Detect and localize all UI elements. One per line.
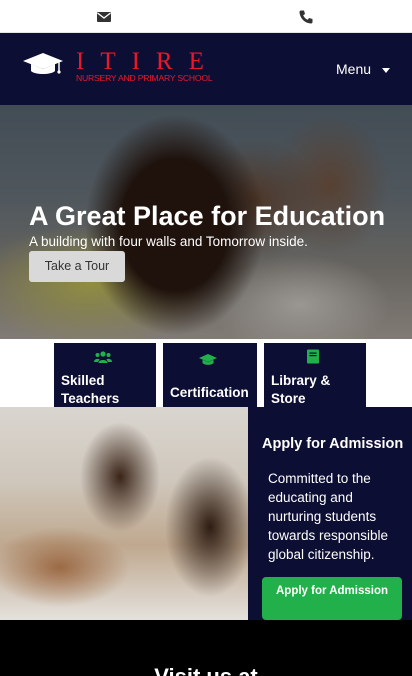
menu-button[interactable]: Menu [336,60,371,78]
logo-tagline: NURSERY AND PRIMARY SCHOOL [76,73,213,83]
graduation-cap-icon [199,354,217,365]
admission-title: Apply for Admission [262,436,404,452]
feature-skilled-teachers[interactable]: Skilled Teachers [54,343,156,407]
site-header: ITIRE NURSERY AND PRIMARY SCHOOL Menu [0,33,412,105]
page: ITIRE NURSERY AND PRIMARY SCHOOL Menu A … [0,0,412,676]
graduation-cap-logo-icon[interactable] [22,51,64,77]
phone-icon[interactable] [298,9,314,25]
feature-certification[interactable]: Certification [163,343,257,407]
admission-panel: Apply for Admission Committed to the edu… [248,407,412,620]
hero-subtitle: A building with four walls and Tomorrow … [29,234,308,249]
feature-label: Skilled Teachers [61,373,120,406]
book-icon [307,349,319,364]
hero-title: A Great Place for Education [29,201,386,231]
visit-title: Visit us at [0,664,412,676]
apply-for-admission-button[interactable]: Apply for Admission [262,577,402,620]
users-icon [94,351,112,363]
hero-banner: A Great Place for Education A building w… [0,105,412,339]
contact-bar [0,0,412,33]
envelope-icon[interactable] [96,9,112,25]
feature-label: Certification [170,385,249,400]
admission-text: Committed to the educating and nurturing… [268,471,389,562]
feature-library-store[interactable]: Library & Store [264,343,366,407]
logo-name[interactable]: ITIRE [76,49,220,75]
take-a-tour-button[interactable]: Take a Tour [29,251,125,282]
caret-down-icon[interactable] [382,68,390,73]
feature-label: Library & Store [271,373,331,406]
visit-section: Visit us at [0,620,412,676]
classroom-photo [0,407,248,620]
